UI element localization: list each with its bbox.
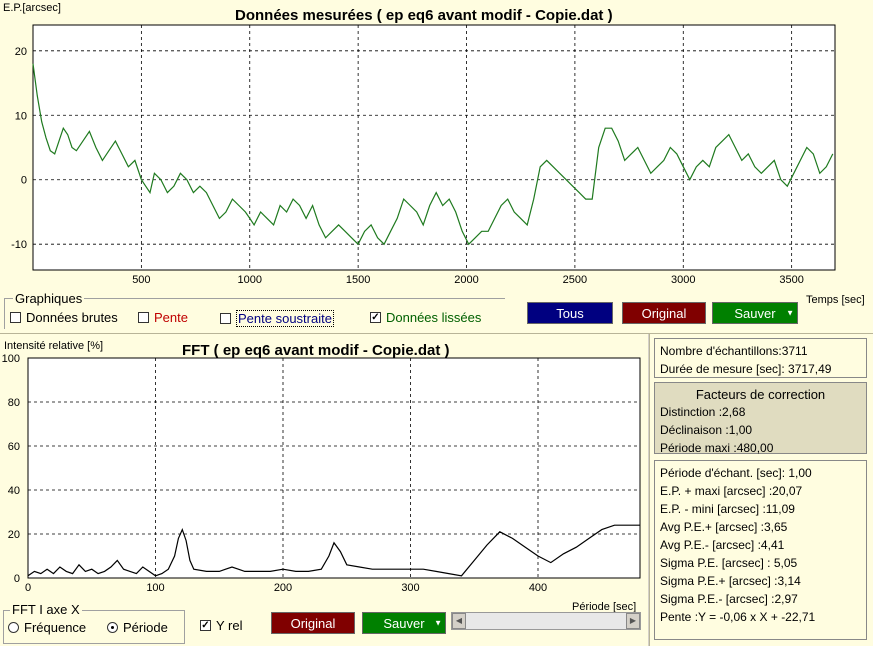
plot-area: [32, 24, 836, 271]
raw-data-box[interactable]: [10, 312, 21, 323]
yrel-box[interactable]: ✓: [200, 620, 211, 631]
original-button-fft[interactable]: Original: [271, 612, 355, 634]
measured-data-panel: E.P.[arcsec] Données mesurées ( ep eq6 a…: [0, 0, 873, 334]
x-tick-label: 500: [132, 274, 150, 286]
x-tick-label: 2500: [563, 274, 587, 286]
statistic-line: Sigma P.E.- [arcsec] :2,97: [660, 592, 798, 606]
sauver-button-top[interactable]: Sauver ▼: [712, 302, 798, 324]
period-radio-dot[interactable]: [107, 622, 118, 633]
original-label-top: Original: [641, 305, 687, 321]
correction-factors-lines: Distinction :2,68 Déclinaison :1,00 Périod…: [660, 403, 861, 457]
statistic-line: Avg P.E.- [arcsec] :4,41: [660, 538, 785, 552]
measured-data-chart: 500 1000 1500 2000 2500 3000 3500 -10 0 10 20: [11, 24, 836, 286]
x-tick-label: 0: [25, 582, 31, 594]
statistic-line: Sigma P.E. [arcsec] : 5,05: [660, 556, 798, 570]
y-tick-label: -10: [11, 239, 27, 251]
period-label: Période: [123, 620, 168, 635]
statistic-line: E.P. + maxi [arcsec] :20,07: [660, 484, 803, 498]
x-tick-label: 200: [274, 582, 292, 594]
frequency-radio[interactable]: Fréquence: [8, 620, 86, 635]
yrel-label: Y rel: [216, 618, 243, 633]
slope-box[interactable]: [138, 312, 149, 323]
scroll-left-arrow[interactable]: ◀: [452, 613, 466, 629]
slope-label: Pente: [154, 310, 188, 325]
statistic-line: Avg P.E.+ [arcsec] :3,65: [660, 520, 788, 534]
fft-axis-label: FFT I axe X: [10, 602, 82, 617]
triangle-down-icon[interactable]: ▼: [786, 309, 794, 318]
period-radio[interactable]: Période: [107, 620, 168, 635]
x-tick-label: 400: [529, 582, 547, 594]
x-tick-label: 2000: [454, 274, 478, 286]
sample-info-line: Nombre d'échantillons:3711: [660, 344, 808, 358]
statistic-line: Période d'échant. [sec]: 1,00: [660, 466, 812, 480]
x-tick-label: 1500: [346, 274, 370, 286]
correction-factor-line: Période maxi :480,00: [660, 441, 774, 455]
y-tick-label: 0: [14, 573, 20, 585]
statistic-line: E.P. - mini [arcsec] :11,09: [660, 502, 795, 516]
slope-checkbox[interactable]: Pente: [138, 310, 188, 325]
sample-info-line: Durée de mesure [sec]: 3717,49: [660, 362, 832, 376]
sauver-label-fft: Sauver: [383, 615, 425, 631]
correction-factor-line: Déclinaison :1,00: [660, 423, 753, 437]
original-button-top[interactable]: Original: [622, 302, 706, 324]
correction-factors-box: Facteurs de correction Distinction :2,68…: [654, 382, 867, 457]
y-tick-label: 80: [8, 397, 20, 409]
smoothed-data-box[interactable]: ✓: [370, 312, 381, 323]
triangle-down-icon[interactable]: ▼: [434, 619, 442, 628]
y-tick-label: 60: [8, 441, 20, 453]
raw-data-label: Données brutes: [26, 310, 118, 325]
y-tick-label: 0: [21, 175, 27, 187]
smoothed-data-label: Données lissées: [386, 310, 482, 325]
top-x-unit: Temps [sec]: [806, 294, 865, 306]
yrel-checkbox[interactable]: ✓ Y rel: [200, 618, 243, 633]
original-label-fft: Original: [290, 615, 336, 631]
x-tick-label: 300: [401, 582, 419, 594]
slope-subtracted-box[interactable]: [220, 313, 231, 324]
y-tick-label: 100: [2, 353, 20, 365]
correction-factor-line: Distinction :2,68: [660, 405, 746, 419]
tous-label: Tous: [556, 305, 584, 321]
y-tick-label: 20: [8, 529, 20, 541]
info-panel: Nombre d'échantillons:3711 Durée de mesur…: [649, 334, 873, 646]
fft-chart: 0 100 200 300 400 0 20 40 60 80 100: [2, 353, 641, 594]
scroll-right-arrow[interactable]: ▶: [626, 613, 640, 629]
sauver-button-fft[interactable]: Sauver ▼: [362, 612, 446, 634]
graphiques-label: Graphiques: [13, 291, 85, 306]
y-tick-label: 40: [8, 485, 20, 497]
x-tick-label: 100: [146, 582, 164, 594]
statistics-box: Période d'échant. [sec]: 1,00 E.P. + maxi…: [654, 460, 867, 640]
plot-area: [27, 357, 641, 579]
frequency-radio-dot[interactable]: [8, 622, 19, 633]
sauver-label-top: Sauver: [734, 305, 776, 321]
fft-panel: Intensité relative [%] FFT ( ep eq6 avan…: [0, 334, 648, 646]
tous-button[interactable]: Tous: [527, 302, 613, 324]
frequency-label: Fréquence: [24, 620, 87, 635]
y-tick-label: 20: [15, 46, 27, 58]
correction-factors-heading: Facteurs de correction: [695, 387, 826, 402]
statistic-line: Pente :Y = -0,06 x X + -22,71: [660, 610, 816, 624]
slope-subtracted-label: Pente soustraite: [236, 310, 334, 327]
raw-data-checkbox[interactable]: Données brutes: [10, 310, 118, 325]
x-tick-label: 1000: [238, 274, 262, 286]
sample-info-box: Nombre d'échantillons:3711 Durée de mesur…: [654, 338, 867, 378]
fft-scrollbar[interactable]: ◀ ▶: [451, 612, 641, 630]
x-tick-label: 3500: [779, 274, 803, 286]
slope-subtracted-checkbox[interactable]: Pente soustraite: [220, 310, 334, 327]
y-tick-label: 10: [15, 110, 27, 122]
statistic-line: Sigma P.E.+ [arcsec] :3,14: [660, 574, 801, 588]
x-tick-label: 3000: [671, 274, 695, 286]
smoothed-data-checkbox[interactable]: ✓ Données lissées: [370, 310, 481, 325]
